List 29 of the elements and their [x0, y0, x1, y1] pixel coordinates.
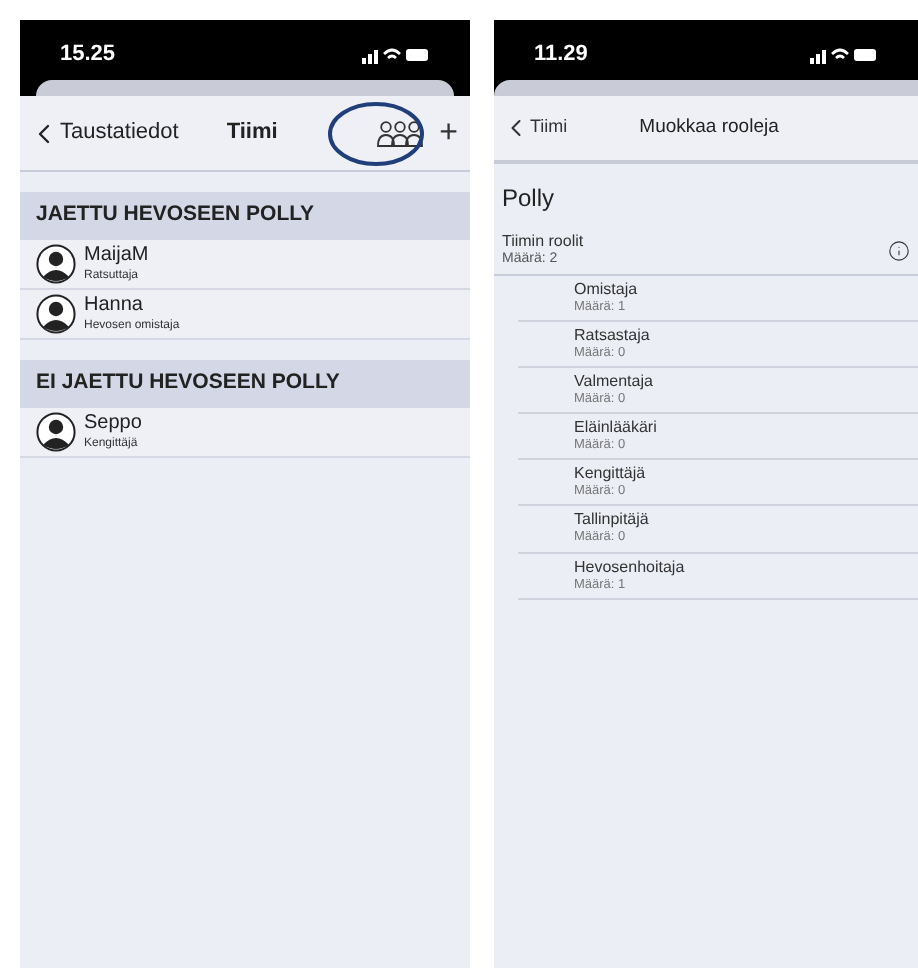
member-name: Hanna	[84, 296, 145, 316]
status-time: 15.25	[60, 39, 116, 70]
avatar-icon	[36, 244, 76, 284]
status-icons	[362, 45, 430, 63]
role-name: Omistaja	[574, 279, 640, 300]
status-icons	[810, 45, 878, 63]
role-name: Tallinpitäjä	[574, 510, 651, 531]
back-button[interactable]: Taustatiedot	[28, 116, 179, 150]
horse-name: Polly	[500, 182, 557, 216]
member-name: Seppo	[84, 414, 142, 434]
avatar-icon	[36, 412, 76, 452]
role-name: Ratsastaja	[574, 325, 652, 346]
avatar-icon	[36, 294, 76, 334]
team-roles-title: Tiimin roolit	[502, 232, 584, 252]
info-icon[interactable]	[888, 239, 910, 262]
status-time: 11.29	[534, 39, 588, 70]
nav-title: Tiimi	[226, 118, 278, 149]
role-name: Eläinlääkäri	[574, 418, 659, 439]
people-icon[interactable]	[375, 119, 424, 147]
member-name: MaijaM	[84, 246, 149, 266]
back-button[interactable]: Tiimi	[502, 114, 568, 142]
section-title: EI JAETTU HEVOSEEN POLLY	[36, 368, 340, 399]
nav-title: Muokkaa rooleja	[639, 113, 779, 142]
role-name: Valmentaja	[574, 372, 655, 392]
add-button[interactable]: +	[439, 109, 458, 157]
role-name: Kengittäjä	[574, 464, 648, 485]
section-title: JAETTU HEVOSEEN POLLY	[36, 200, 315, 231]
highlight-circle	[326, 100, 426, 168]
role-name: Hevosenhoitaja	[574, 557, 687, 577]
